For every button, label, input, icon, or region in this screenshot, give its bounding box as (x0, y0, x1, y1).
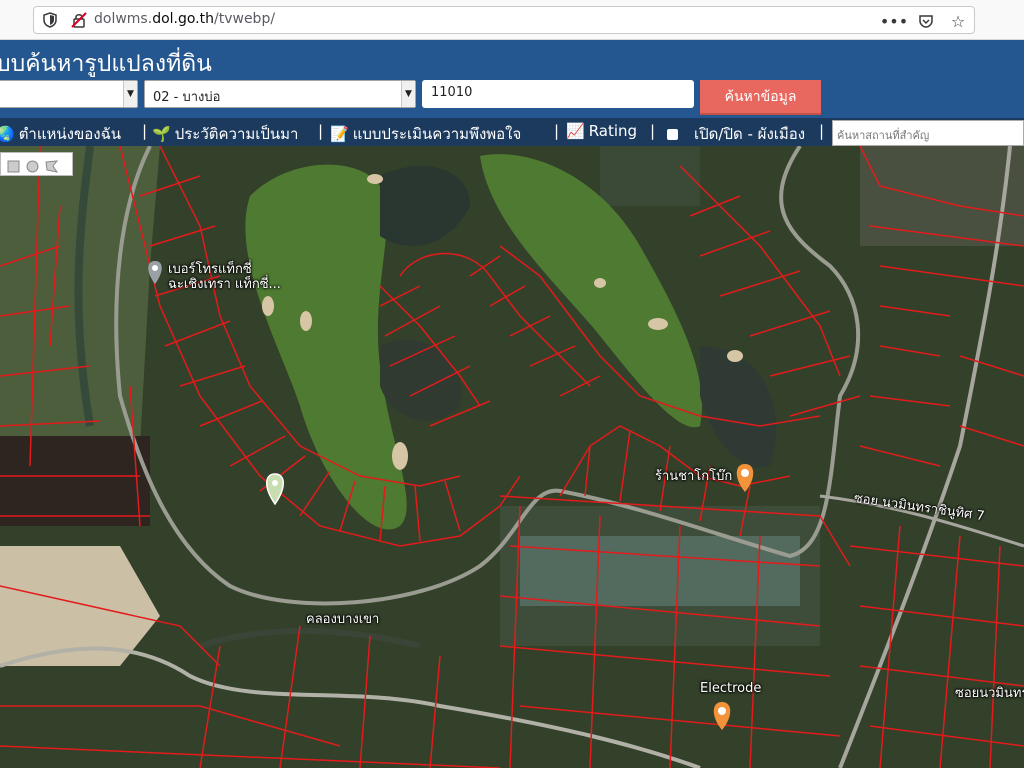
menu-toolbar: 🌏 ตำแหน่งของฉัน | 🌱 ประวัติความเป็นมา | 📝 แ… (0, 118, 1024, 146)
city-plan-toggle[interactable]: เปิด/ปิด - ผังเมือง (667, 122, 805, 146)
separator: | (318, 122, 324, 140)
memo-icon: 📝 (330, 125, 349, 143)
shield-icon[interactable] (43, 12, 57, 28)
soi-right-label: ซอยนวมินทร (955, 686, 1024, 701)
separator: | (142, 122, 148, 140)
globe-icon: 🌏 (0, 125, 15, 143)
more-actions-icon[interactable]: ••• (880, 11, 908, 31)
satellite-map[interactable]: เบอร์โทรแท็กซี่ ฉะเชิงเทรา แท็กซี่... ร้า… (0, 146, 1024, 768)
survey-link[interactable]: 📝 แบบประเมินความพึงพอใจ (330, 122, 521, 146)
separator: | (819, 122, 825, 140)
place-search-input[interactable]: ค้นหาสถานที่สำคัญ (832, 120, 1024, 146)
tea-shop-label: ร้านชาโกโบ๊ก (655, 469, 733, 484)
address-bar[interactable]: dolwms.dol.go.th/tvwebp/ ••• ☆ (33, 6, 975, 34)
search-button[interactable]: ค้นหาข้อมูล (700, 80, 821, 115)
map-canvas[interactable] (0, 146, 1024, 768)
draw-tools (0, 152, 73, 176)
square-draw-icon[interactable] (7, 158, 20, 172)
sprout-icon: 🌱 (152, 125, 171, 143)
canal-label: คลองบางเขา (306, 612, 380, 627)
url-text: dolwms.dol.go.th/tvwebp/ (94, 11, 276, 27)
insecure-lock-icon[interactable] (71, 12, 87, 28)
history-link[interactable]: 🌱 ประวัติความเป็นมา (152, 122, 298, 146)
separator: | (650, 122, 656, 140)
chevron-down-icon: ▼ (123, 81, 137, 107)
bookmark-star-icon[interactable]: ☆ (948, 11, 968, 31)
chart-increasing-icon: 📈 (566, 122, 585, 140)
polygon-draw-icon[interactable] (45, 158, 59, 173)
taxi-label: เบอร์โทรแท็กซี่ ฉะเชิงเทรา แท็กซี่... (168, 262, 281, 292)
browser-toolbar: dolwms.dol.go.th/tvwebp/ ••• ☆ (0, 0, 1024, 40)
electrode-label: Electrode (700, 681, 762, 696)
site-header: บบค้นหารูปแปลงที่ดิน ▼ 02 - บางบ่อ ▼ 1101… (0, 40, 1024, 120)
city-plan-checkbox[interactable] (667, 128, 678, 140)
chevron-down-icon: ▼ (401, 81, 415, 107)
district-select[interactable]: 02 - บางบ่อ ▼ (144, 80, 416, 108)
parcel-number-input[interactable]: 11010 (422, 80, 694, 108)
page-title: บบค้นหารูปแปลงที่ดิน (0, 51, 212, 77)
rating-link[interactable]: 📈 Rating (566, 122, 637, 140)
circle-draw-icon[interactable] (26, 158, 39, 172)
province-select[interactable]: ▼ (0, 80, 138, 108)
my-location-link[interactable]: 🌏 ตำแหน่งของฉัน (0, 122, 121, 146)
pocket-icon[interactable] (916, 11, 936, 31)
separator: | (554, 122, 560, 140)
